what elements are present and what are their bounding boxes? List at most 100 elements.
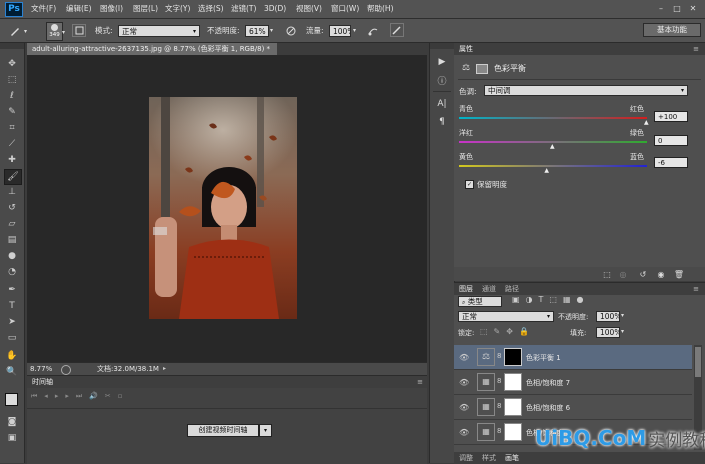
yellow-blue-slider-track[interactable]	[459, 165, 647, 167]
brush-tool-selected-icon[interactable]: 🖌	[4, 169, 22, 185]
menu-layer[interactable]: 图层(L)	[133, 0, 158, 18]
yellow-blue-value-input[interactable]: -6	[654, 157, 688, 168]
airbrush-icon[interactable]	[366, 24, 380, 37]
status-menu-arrow-icon[interactable]: ▸	[163, 363, 166, 375]
move-tool-icon[interactable]: ✥	[4, 57, 20, 71]
close-icon[interactable]: ✕	[687, 3, 699, 14]
dodge-tool-icon[interactable]: ◔	[4, 265, 20, 279]
cyan-red-value-input[interactable]: +100	[654, 111, 688, 122]
timeline-options-chevron-icon[interactable]: ▾	[259, 424, 272, 437]
properties-tab[interactable]: 属性	[459, 43, 473, 55]
screen-mode-icon[interactable]: ▣	[4, 431, 20, 445]
menu-select[interactable]: 选择(S)	[198, 0, 224, 18]
fill-input[interactable]: 100%	[596, 327, 620, 338]
quick-select-tool-icon[interactable]: ✎	[4, 105, 20, 119]
eraser-tool-icon[interactable]: ▱	[4, 217, 20, 231]
tool-preset-arrow-icon[interactable]: ▾	[24, 28, 27, 35]
eye-icon[interactable]: 👁	[459, 378, 469, 387]
menu-view[interactable]: 视图(V)	[296, 0, 322, 18]
lasso-tool-icon[interactable]: ℓ	[4, 89, 20, 103]
panel-menu-icon[interactable]: ≡	[417, 376, 423, 388]
paragraph-panel-icon[interactable]: ¶	[435, 115, 449, 129]
menu-window[interactable]: 窗口(W)	[331, 0, 359, 18]
hand-tool-icon[interactable]: ✋	[4, 349, 20, 363]
tab-adjustments[interactable]: 调整	[459, 453, 473, 463]
link-icon[interactable]: 8	[497, 352, 501, 360]
brush-picker-arrow-icon[interactable]: ▾	[62, 29, 65, 36]
fill-arrow-icon[interactable]: ▾	[621, 328, 624, 335]
menu-filter[interactable]: 滤镜(T)	[231, 0, 256, 18]
cyan-red-slider-track[interactable]	[459, 117, 647, 119]
document-tab[interactable]: adult-alluring-attractive-2637135.jpg @ …	[27, 43, 277, 55]
character-panel-icon[interactable]: A|	[435, 97, 449, 111]
cyan-red-slider-thumb[interactable]: ▲	[644, 119, 649, 126]
layer-filter-icons[interactable]: ▣◑T⬚▦●	[512, 295, 590, 304]
layer-row[interactable]: 👁 ▦ 8 色相/饱和度 6	[454, 395, 692, 420]
view-previous-icon[interactable]: ◎	[618, 269, 628, 279]
layers-menu-icon[interactable]: ≡	[693, 283, 699, 295]
brush-preset-picker[interactable]: 349	[46, 22, 63, 41]
timeline-tab[interactable]: 时间轴	[32, 376, 53, 388]
magenta-green-slider-thumb[interactable]: ▲	[550, 143, 555, 150]
eyedropper-tool-icon[interactable]: ⟋	[4, 137, 20, 151]
tab-brushes[interactable]: 画笔	[505, 453, 519, 463]
clone-stamp-tool-icon[interactable]: ⊥	[4, 185, 20, 199]
healing-brush-tool-icon[interactable]: ✚	[4, 153, 20, 167]
tab-paths[interactable]: 路径	[505, 283, 519, 295]
history-brush-tool-icon[interactable]: ↺	[4, 201, 20, 215]
layer-row[interactable]: 👁 ▦ 8 色相/饱和度 7	[454, 370, 692, 395]
layer-mask-icon[interactable]	[476, 64, 488, 74]
shape-tool-icon[interactable]: ▭	[4, 331, 20, 345]
gradient-tool-icon[interactable]: ▤	[4, 233, 20, 247]
menu-image[interactable]: 图像(I)	[100, 0, 123, 18]
menu-3d[interactable]: 3D(D)	[264, 0, 286, 18]
canvas-area[interactable]	[27, 55, 427, 362]
type-tool-icon[interactable]: T	[4, 299, 20, 313]
menu-type[interactable]: 文字(Y)	[165, 0, 190, 18]
link-icon[interactable]: 8	[497, 377, 501, 385]
menu-help[interactable]: 帮助(H)	[367, 0, 394, 18]
reset-icon[interactable]: ↺	[638, 269, 648, 279]
minimize-icon[interactable]: –	[655, 3, 667, 14]
flow-input[interactable]: 100%	[329, 25, 351, 37]
blend-mode-select[interactable]: 正常 ▾	[458, 311, 554, 322]
tools-panel-grip[interactable]	[0, 43, 24, 49]
layer-mask-thumbnail[interactable]	[504, 373, 522, 391]
maximize-icon[interactable]: □	[671, 3, 683, 14]
menu-file[interactable]: 文件(F)	[31, 0, 56, 18]
layer-opacity-arrow-icon[interactable]: ▾	[621, 312, 624, 319]
pressure-size-icon[interactable]	[390, 23, 404, 37]
create-video-timeline-button[interactable]: 创建视频时间轴	[187, 424, 259, 437]
clip-to-layer-icon[interactable]: ⬚	[602, 269, 612, 279]
brush-tool-icon[interactable]	[8, 24, 22, 37]
eye-icon[interactable]: 👁	[459, 403, 469, 412]
link-icon[interactable]: 8	[497, 402, 501, 410]
zoom-tool-icon[interactable]: 🔍	[4, 365, 20, 379]
foreground-color-swatch[interactable]	[5, 393, 18, 406]
layer-filter-kind-select[interactable]: ⌕ 类型	[458, 296, 502, 307]
tone-select[interactable]: 中间调 ▾	[484, 85, 688, 96]
opacity-input[interactable]: 61%	[245, 25, 269, 37]
eye-icon[interactable]: 👁	[459, 353, 469, 362]
visibility-icon[interactable]: ◉	[656, 269, 666, 279]
quick-mask-icon[interactable]: ◙	[4, 415, 20, 429]
path-selection-tool-icon[interactable]: ➤	[4, 315, 20, 329]
actions-play-icon[interactable]: ▶	[435, 55, 449, 69]
yellow-blue-slider-thumb[interactable]: ▲	[544, 167, 549, 174]
opacity-slider-arrow-icon[interactable]: ▾	[270, 27, 273, 34]
layer-mask-thumbnail[interactable]	[504, 348, 522, 366]
magenta-green-value-input[interactable]: 0	[654, 135, 688, 146]
layers-scrollbar-thumb[interactable]	[695, 347, 701, 377]
photo-canvas-image[interactable]	[149, 97, 297, 319]
brush-panel-toggle-icon[interactable]	[72, 24, 86, 37]
layer-opacity-input[interactable]: 100%	[596, 311, 620, 322]
pen-tool-icon[interactable]: ✒	[4, 283, 20, 297]
pressure-opacity-icon[interactable]	[284, 24, 297, 37]
info-icon[interactable]: ⓘ	[435, 73, 449, 87]
tab-layers[interactable]: 图层	[459, 283, 473, 295]
tab-channels[interactable]: 通道	[482, 283, 496, 295]
layer-row[interactable]: 👁 ⚖ 8 色彩平衡 1	[454, 345, 692, 370]
dock-grip[interactable]	[430, 43, 454, 49]
tab-styles[interactable]: 样式	[482, 453, 496, 463]
preserve-luminosity-checkbox[interactable]: ✓	[465, 180, 474, 189]
